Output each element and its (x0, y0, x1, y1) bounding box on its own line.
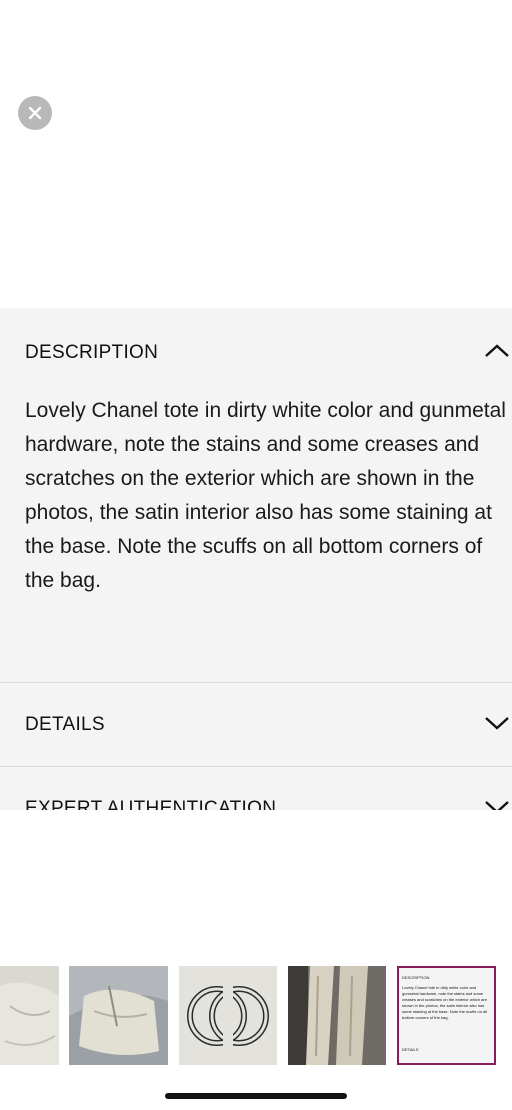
description-text: Lovely Chanel tote in dirty white color … (25, 399, 506, 592)
mini-description-title: DESCRIPTION (402, 975, 430, 980)
close-button[interactable] (18, 96, 52, 130)
details-title: DETAILS (25, 714, 105, 735)
thumbnail-2[interactable] (69, 966, 168, 1065)
divider (0, 766, 512, 767)
chevron-down-icon (485, 717, 509, 730)
details-header[interactable]: DETAILS (0, 706, 512, 742)
handle-photo (288, 966, 386, 1065)
chevron-up-icon (485, 344, 509, 357)
description-screenshot: DESCRIPTION Lovely Chanel tote in dirty … (399, 968, 494, 1063)
description-title: DESCRIPTION (25, 342, 159, 363)
thumbnail-strip: DESCRIPTION Lovely Chanel tote in dirty … (0, 966, 512, 1066)
chevron-down-icon (485, 801, 509, 810)
thumbnail-3[interactable] (179, 966, 277, 1065)
divider (0, 682, 512, 683)
thumbnail-4[interactable] (288, 966, 386, 1065)
thumbnail-1[interactable] (0, 966, 59, 1065)
authentication-header[interactable]: EXPERT AUTHENTICATION (0, 790, 512, 810)
authentication-title: EXPERT AUTHENTICATION (25, 798, 277, 810)
mini-description-text: Lovely Chanel tote in dirty white color … (402, 985, 488, 1020)
product-info-panel: DESCRIPTION Lovely Chanel tote in dirty … (0, 308, 512, 810)
home-indicator[interactable] (165, 1093, 347, 1099)
thumbnail-5-selected[interactable]: DESCRIPTION Lovely Chanel tote in dirty … (397, 966, 496, 1065)
bag-photo-1 (0, 966, 59, 1065)
mini-details-title: DETAILS (402, 1047, 419, 1052)
close-icon (28, 106, 42, 120)
description-header[interactable]: DESCRIPTION (0, 334, 512, 370)
bag-photo-2 (69, 966, 168, 1065)
chanel-logo-photo (179, 966, 277, 1065)
